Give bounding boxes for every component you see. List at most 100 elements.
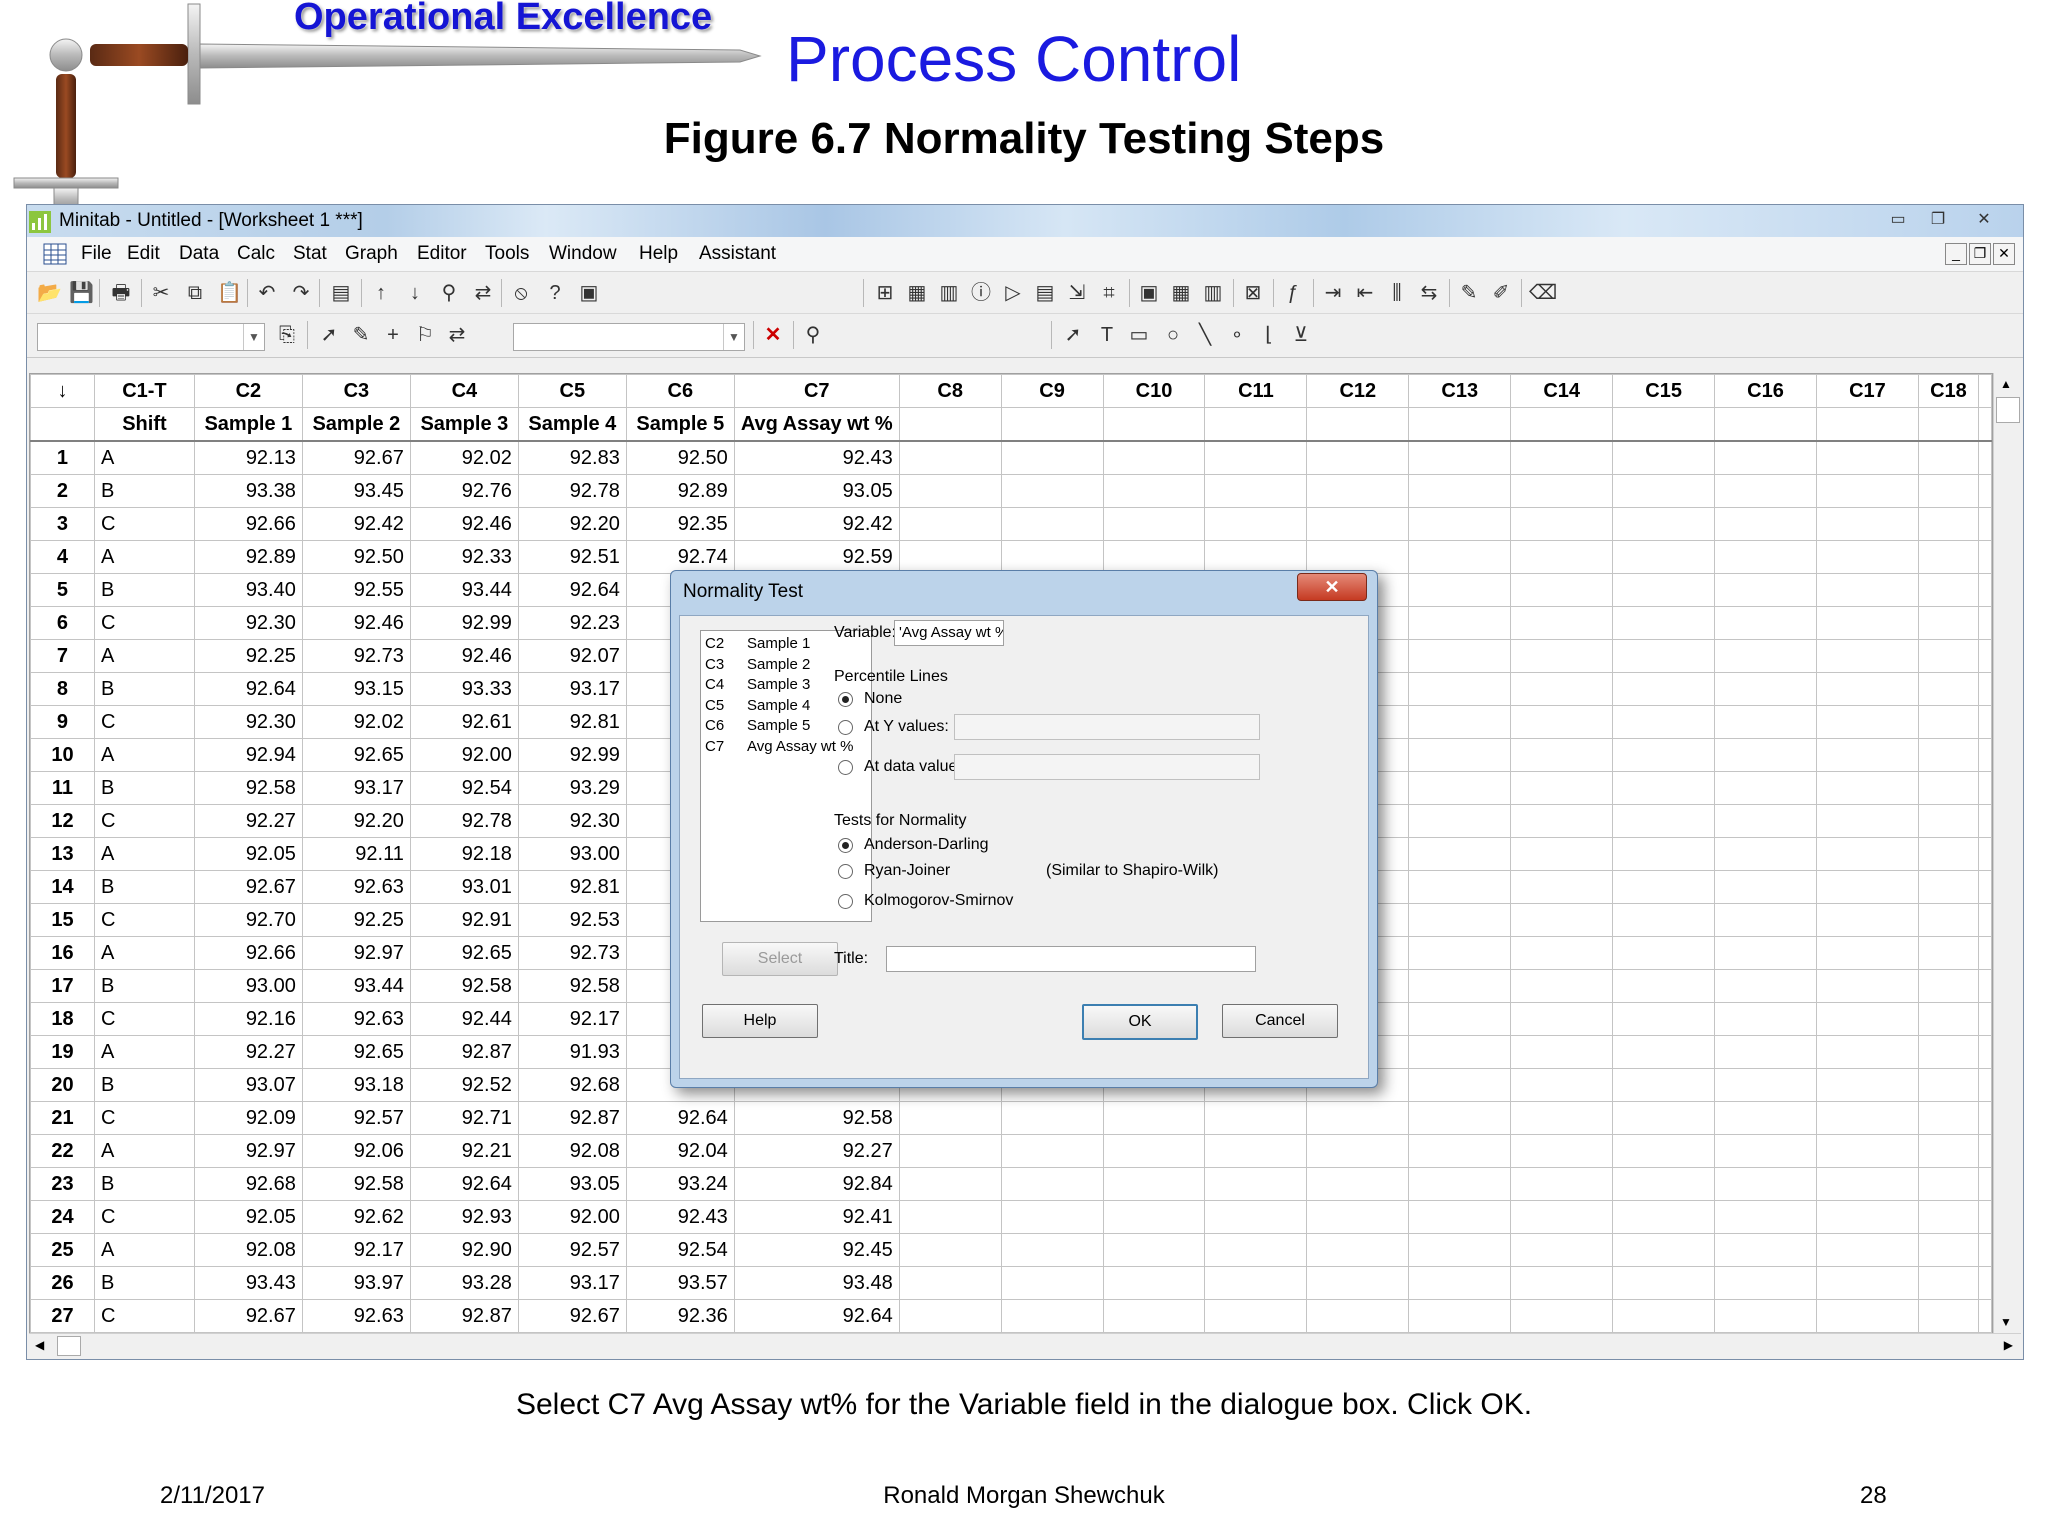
info-icon[interactable]: ⓘ [969,281,993,305]
show-folder-icon[interactable]: ▥ [1201,281,1225,305]
cell[interactable] [1204,1134,1308,1168]
open-icon[interactable]: 📂 [37,281,62,305]
cell[interactable] [1510,672,1614,706]
cell[interactable] [1815,837,1919,871]
cell[interactable] [1612,672,1716,706]
cell[interactable]: 92.73 [517,936,627,970]
cell[interactable]: 92.99 [409,606,519,640]
edit-last-dialog-icon[interactable]: ▤ [329,281,353,305]
cell[interactable] [898,1233,1002,1267]
hscroll-thumb[interactable] [57,1336,81,1356]
cell[interactable] [1408,903,1512,937]
cell[interactable] [1408,1101,1512,1135]
cell[interactable] [1917,1068,1980,1102]
cell[interactable]: 93.28 [409,1266,519,1300]
cell[interactable]: 92.68 [193,1167,303,1201]
row-number[interactable]: 27 [30,1299,95,1333]
cell[interactable] [1510,1134,1614,1168]
brush-tool-icon[interactable]: ✎ [349,323,373,347]
cell[interactable] [1510,705,1614,739]
cell[interactable] [1306,1134,1410,1168]
cell[interactable]: 92.00 [409,738,519,772]
cell[interactable]: 92.94 [193,738,303,772]
cell[interactable] [1815,573,1919,607]
cell[interactable] [1714,1035,1817,1069]
cell[interactable] [1408,1167,1512,1201]
radio-none[interactable] [838,692,853,707]
cell[interactable] [1204,1200,1308,1234]
row-number[interactable]: 17 [30,969,95,1003]
row-number[interactable]: 19 [30,1035,95,1069]
cell[interactable]: 93.15 [301,672,411,706]
cell[interactable] [1510,1035,1614,1069]
column-id-c2[interactable]: C2 [193,374,303,408]
cancel-button[interactable]: Cancel [1222,1004,1338,1038]
variable-list-item[interactable]: C2 Sample 1 [705,635,810,652]
mdi-minimize-icon[interactable]: _ [1945,243,1967,265]
ellipse-tool-icon[interactable]: ○ [1161,323,1185,347]
cell[interactable] [1204,1266,1308,1300]
cell[interactable] [1917,837,1980,871]
cell[interactable] [1000,1101,1104,1135]
cell[interactable]: 92.41 [733,1200,900,1234]
cell[interactable] [1714,1134,1817,1168]
cut-icon[interactable]: ✂ [149,281,173,305]
cell[interactable] [1510,1167,1614,1201]
cell[interactable] [1612,1134,1716,1168]
cell[interactable] [1815,1101,1919,1135]
cell[interactable] [1306,474,1410,508]
cell[interactable] [1978,672,1992,706]
cell[interactable]: B [93,870,195,904]
cell[interactable]: C [93,1101,195,1135]
cell[interactable] [1714,540,1817,574]
cell[interactable] [1510,1233,1614,1267]
cell[interactable] [1917,1035,1980,1069]
cell[interactable] [1978,1233,1992,1267]
cell[interactable]: C [93,903,195,937]
cell[interactable]: A [93,936,195,970]
cell[interactable] [1612,1101,1716,1135]
cell[interactable] [1408,837,1512,871]
scroll-right-icon[interactable]: ▶ [2004,1338,2013,1352]
cell[interactable] [1815,738,1919,772]
cell[interactable] [1204,540,1308,574]
column-name-cell[interactable]: Sample 5 [625,407,735,442]
cell[interactable]: C [93,1002,195,1036]
menu-graph[interactable]: Graph [345,243,398,265]
cell[interactable]: 92.16 [193,1002,303,1036]
cell[interactable] [1102,1167,1206,1201]
cell[interactable]: 92.89 [193,540,303,574]
row-number[interactable]: 11 [30,771,95,805]
cell[interactable] [1815,1068,1919,1102]
cell[interactable]: 92.63 [301,1299,411,1333]
cell[interactable]: 93.17 [517,1266,627,1300]
cell[interactable]: 92.11 [301,837,411,871]
cell[interactable]: 92.05 [193,1200,303,1234]
cell[interactable] [1408,440,1512,475]
row-number[interactable]: 4 [30,540,95,574]
row-number[interactable]: 6 [30,606,95,640]
menu-help[interactable]: Help [639,243,678,265]
cell[interactable]: 92.58 [301,1167,411,1201]
cell[interactable] [1510,738,1614,772]
cell[interactable] [1714,837,1817,871]
cell[interactable]: 92.87 [409,1035,519,1069]
cell[interactable]: 93.01 [409,870,519,904]
cell[interactable]: 92.58 [517,969,627,1003]
cell[interactable] [898,1167,1002,1201]
cell[interactable] [1917,1002,1980,1036]
cell[interactable] [1714,903,1817,937]
text-tool-icon[interactable]: T [1095,323,1119,347]
cell[interactable] [1917,1233,1980,1267]
cell[interactable] [1978,804,1992,838]
radio-kolmogorov-smirnov[interactable] [838,894,853,909]
cell[interactable]: 92.62 [301,1200,411,1234]
variable-list-item[interactable]: C7 Avg Assay wt % [705,738,853,755]
cell[interactable] [1917,507,1980,541]
cell[interactable]: 92.30 [517,804,627,838]
cell[interactable] [1204,1101,1308,1135]
cell[interactable] [1306,1266,1410,1300]
cell[interactable] [1815,474,1919,508]
cell[interactable] [1815,804,1919,838]
cell[interactable] [1917,1299,1980,1333]
